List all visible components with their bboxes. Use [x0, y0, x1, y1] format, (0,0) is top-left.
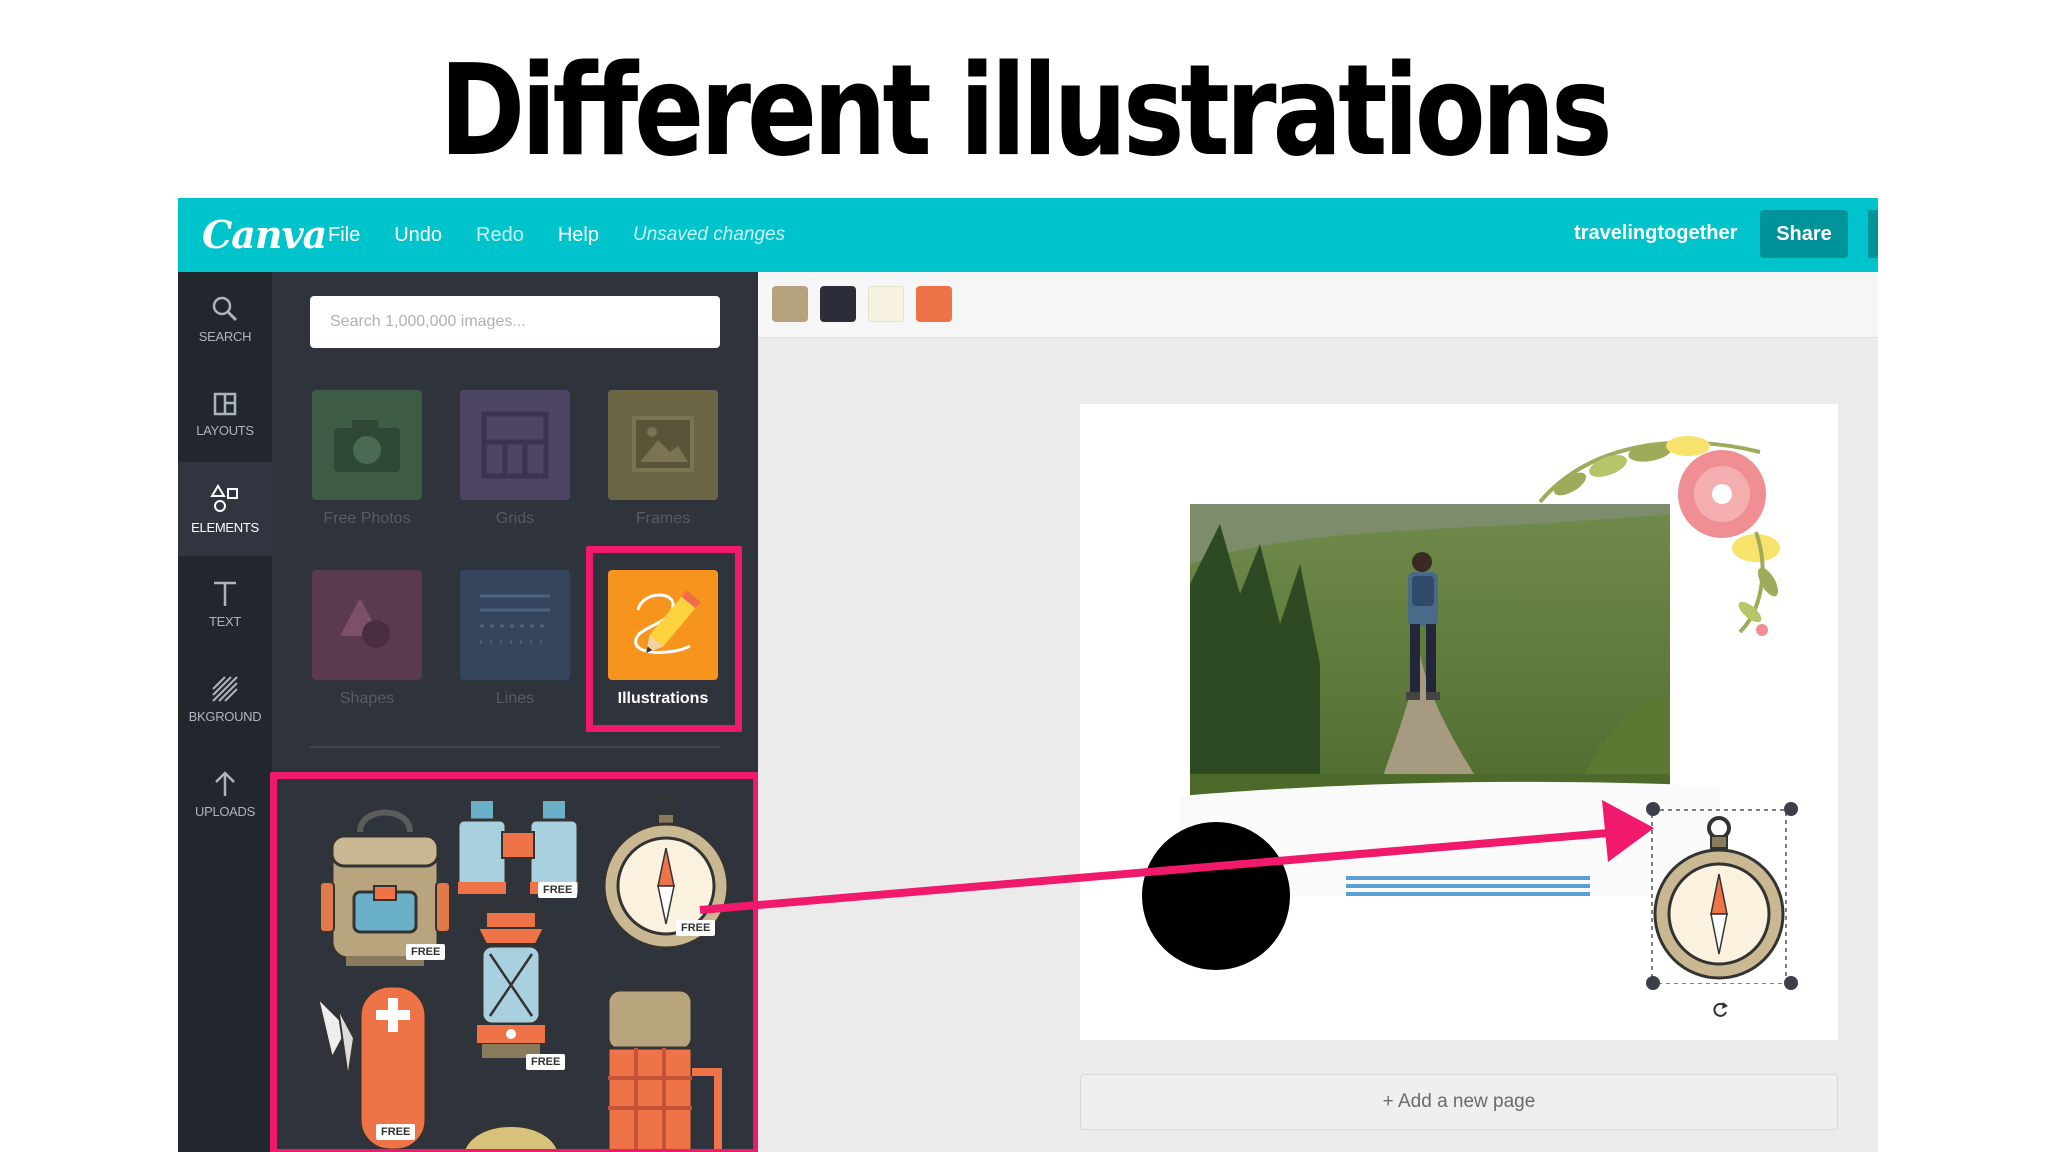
- resize-handle-top-right[interactable]: [1784, 802, 1798, 816]
- menu-file[interactable]: File: [328, 224, 360, 247]
- save-status: Unsaved changes: [633, 224, 786, 245]
- elements-icon: [210, 483, 238, 512]
- panel-divider: [310, 746, 720, 748]
- top-bar: Canva File Undo Redo Help Unsaved change…: [178, 198, 1878, 272]
- text-icon: [214, 581, 236, 606]
- main-menu: File Undo Redo Help Unsaved changes: [328, 224, 785, 247]
- rail-background[interactable]: BKGROUND: [178, 652, 272, 746]
- rail-search[interactable]: SEARCH: [178, 272, 272, 366]
- shapes-icon: [340, 598, 390, 648]
- tile-lines[interactable]: [460, 570, 570, 680]
- upload-icon: [215, 770, 235, 796]
- resize-handle-bottom-left[interactable]: [1646, 976, 1660, 990]
- tile-shapes[interactable]: [312, 570, 422, 680]
- menu-help[interactable]: Help: [558, 224, 599, 247]
- menu-undo[interactable]: Undo: [394, 224, 442, 247]
- design-workspace: + Add a new page: [758, 272, 1878, 1152]
- tile-highlight-box: [586, 546, 742, 732]
- rail-label: UPLOADS: [194, 803, 256, 819]
- color-swatch-4[interactable]: [916, 286, 952, 322]
- compass-icon: [1651, 809, 1787, 985]
- search-icon: [212, 296, 238, 321]
- slide-title: Different illustrations: [439, 37, 1612, 184]
- tile-label: Grids: [495, 510, 535, 527]
- rail-label: BKGROUND: [188, 708, 262, 724]
- tile-label: Frames: [635, 510, 691, 527]
- text-placeholder-lines[interactable]: [1346, 874, 1590, 896]
- tile-free-photos[interactable]: [312, 390, 422, 500]
- color-swatch-3[interactable]: [868, 286, 904, 322]
- color-palette-bar: [758, 272, 1878, 338]
- tile-label: Free Photos: [323, 510, 411, 527]
- design-page[interactable]: [1080, 404, 1838, 1040]
- image-search-input[interactable]: [310, 296, 720, 348]
- elements-panel: Free Photos Grids Frames Sh: [270, 272, 760, 1152]
- rail-label: SEARCH: [198, 328, 252, 344]
- grid-icon: [481, 411, 549, 479]
- tile-grids[interactable]: [460, 390, 570, 500]
- rotate-icon[interactable]: [1710, 1000, 1730, 1020]
- illustrations-highlight-box: [270, 772, 760, 1152]
- selected-compass-element[interactable]: [1650, 808, 1788, 985]
- resize-handle-bottom-right[interactable]: [1784, 976, 1798, 990]
- rail-label: LAYOUTS: [196, 422, 254, 438]
- download-button[interactable]: [1868, 210, 1878, 258]
- side-rail: SEARCH LAYOUTS ELEMENTS TEXT BKGROUND UP…: [178, 272, 272, 1152]
- resize-handle-top-left[interactable]: [1646, 802, 1660, 816]
- rail-label: TEXT: [208, 613, 242, 629]
- account-name[interactable]: travelingtogether: [1574, 222, 1737, 245]
- menu-redo[interactable]: Redo: [476, 224, 524, 247]
- frame-icon: [632, 416, 694, 472]
- tile-label: Shapes: [339, 690, 395, 707]
- background-icon: [212, 675, 238, 702]
- canva-editor: Canva File Undo Redo Help Unsaved change…: [178, 198, 1878, 1152]
- tile-label: Lines: [495, 690, 535, 707]
- add-new-page-button[interactable]: + Add a new page: [1080, 1074, 1838, 1130]
- black-circle-shape[interactable]: [1142, 822, 1290, 970]
- layouts-icon: [213, 392, 237, 415]
- tile-frames[interactable]: [608, 390, 718, 500]
- rail-layouts[interactable]: LAYOUTS: [178, 367, 272, 461]
- color-swatch-1[interactable]: [772, 286, 808, 322]
- rail-uploads[interactable]: UPLOADS: [178, 747, 272, 841]
- rail-label: ELEMENTS: [191, 519, 259, 535]
- camera-icon: [334, 420, 400, 472]
- rail-text[interactable]: TEXT: [178, 557, 272, 651]
- rail-elements[interactable]: ELEMENTS: [178, 462, 272, 556]
- canva-logo[interactable]: Canva: [202, 212, 327, 257]
- color-swatch-2[interactable]: [820, 286, 856, 322]
- hiker-photo[interactable]: [1190, 504, 1670, 814]
- lines-icon: [480, 594, 550, 644]
- share-button[interactable]: Share: [1760, 210, 1848, 258]
